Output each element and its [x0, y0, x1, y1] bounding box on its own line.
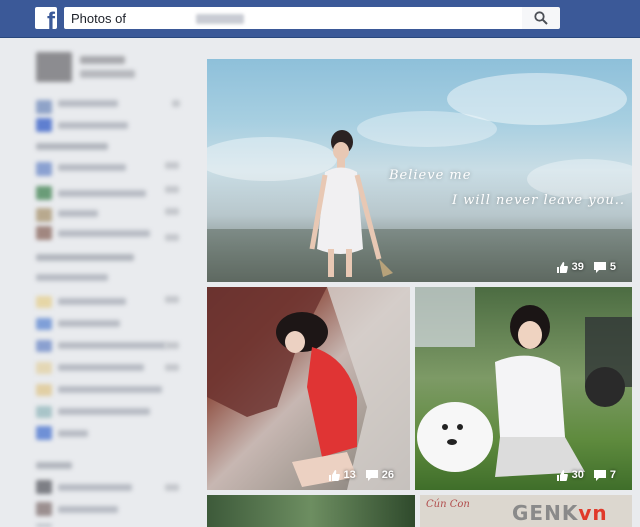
photo-tile-1[interactable]: Believe me I will never leave you.. 39 5 [207, 59, 632, 282]
photo-2-stats: 13 26 [328, 469, 401, 481]
genk-watermark: GENKvn [512, 501, 608, 525]
photo-tile-2[interactable]: 13 26 [207, 287, 410, 490]
like-icon [556, 469, 568, 481]
photo-tile-5[interactable]: Cún Con GENKvn [420, 495, 632, 527]
photo-1-stats: 39 5 [556, 261, 622, 273]
blurred-name [196, 14, 244, 24]
photo-1-likes: 39 [571, 261, 584, 273]
top-navigation-bar: f Photos of [0, 0, 640, 38]
like-icon [556, 261, 568, 273]
search-button[interactable] [522, 7, 560, 29]
photo-1-caption-line-2: I will never leave you.. [452, 193, 626, 208]
search-icon [534, 11, 548, 25]
photo-1-caption-line-1: Believe me [389, 168, 472, 183]
like-icon [328, 469, 340, 481]
photo-2-comments: 26 [381, 469, 394, 481]
photo-1-comments: 5 [609, 261, 616, 273]
left-sidebar [0, 38, 200, 527]
profile-avatar[interactable] [36, 52, 72, 82]
photo-5-partial-text: Cún Con [426, 499, 470, 510]
photo-tile-4[interactable] [207, 495, 415, 527]
comment-icon [365, 469, 378, 481]
comment-icon [593, 469, 606, 481]
search-input[interactable]: Photos of [64, 7, 522, 29]
facebook-logo-icon[interactable]: f [35, 7, 57, 29]
photo-3-image [415, 287, 632, 477]
photo-3-stats: 30 7 [556, 469, 622, 481]
photo-2-image [207, 287, 410, 490]
search-input-value: Photos of [71, 11, 126, 26]
photo-2-likes: 13 [343, 469, 356, 481]
photo-tile-3[interactable]: 30 7 [415, 287, 632, 490]
photo-3-likes: 30 [571, 469, 584, 481]
comment-icon [593, 261, 606, 273]
photo-3-comments: 7 [609, 469, 616, 481]
facebook-logo-letter: f [47, 8, 55, 30]
